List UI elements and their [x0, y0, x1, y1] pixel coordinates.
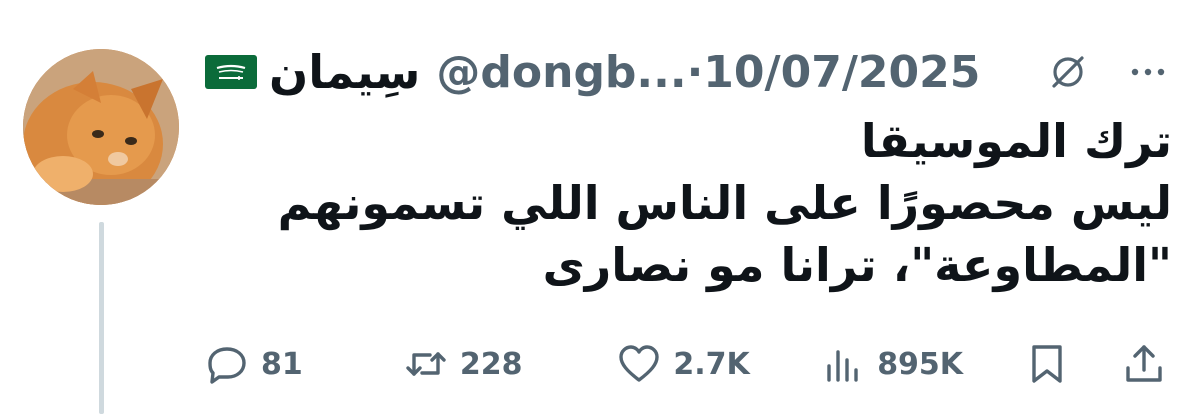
meta-separator: ·	[686, 46, 704, 98]
reply-button[interactable]: 81	[205, 342, 404, 386]
reply-count: 81	[261, 346, 303, 382]
grok-icon[interactable]	[1046, 50, 1090, 94]
tweet-date[interactable]: 10/07/2025	[703, 47, 980, 98]
tweet-text: ترك الموسيقا ليس محصورًا على الناس اللي …	[277, 110, 1172, 296]
bookmark-button[interactable]	[1025, 342, 1122, 386]
bookmark-icon	[1032, 345, 1062, 383]
share-button[interactable]	[1122, 342, 1178, 386]
share-icon	[1126, 345, 1162, 382]
views-icon	[827, 350, 858, 382]
retweet-icon	[406, 352, 446, 376]
action-bar: 81 228 2.7K 895K	[205, 336, 1178, 392]
like-button[interactable]: 2.7K	[617, 342, 821, 386]
like-count: 2.7K	[673, 346, 750, 382]
avatar[interactable]	[23, 49, 179, 205]
views-button[interactable]: 895K	[821, 342, 1025, 386]
views-count: 895K	[877, 346, 964, 382]
tweet-text-line: ليس محصورًا على الناس اللي تسمونهم	[277, 176, 1172, 230]
tweet-text-line: ترك الموسيقا	[860, 114, 1172, 168]
user-handle[interactable]: @dongb...	[436, 47, 686, 98]
reply-icon	[208, 347, 246, 384]
thread-line	[99, 222, 104, 414]
tweet-text-line: "المطاوعة"، ترانا مو نصارى	[542, 238, 1172, 292]
retweet-count: 228	[459, 346, 523, 382]
retweet-button[interactable]: 228	[404, 342, 617, 386]
more-options-icon[interactable]	[1126, 50, 1170, 94]
tweet-header: سِيمان @dongb... · 10/07/2025	[205, 40, 1170, 104]
display-name[interactable]: سِيمان	[269, 45, 420, 99]
heart-icon	[619, 345, 660, 382]
saudi-arabia-flag	[205, 55, 257, 89]
